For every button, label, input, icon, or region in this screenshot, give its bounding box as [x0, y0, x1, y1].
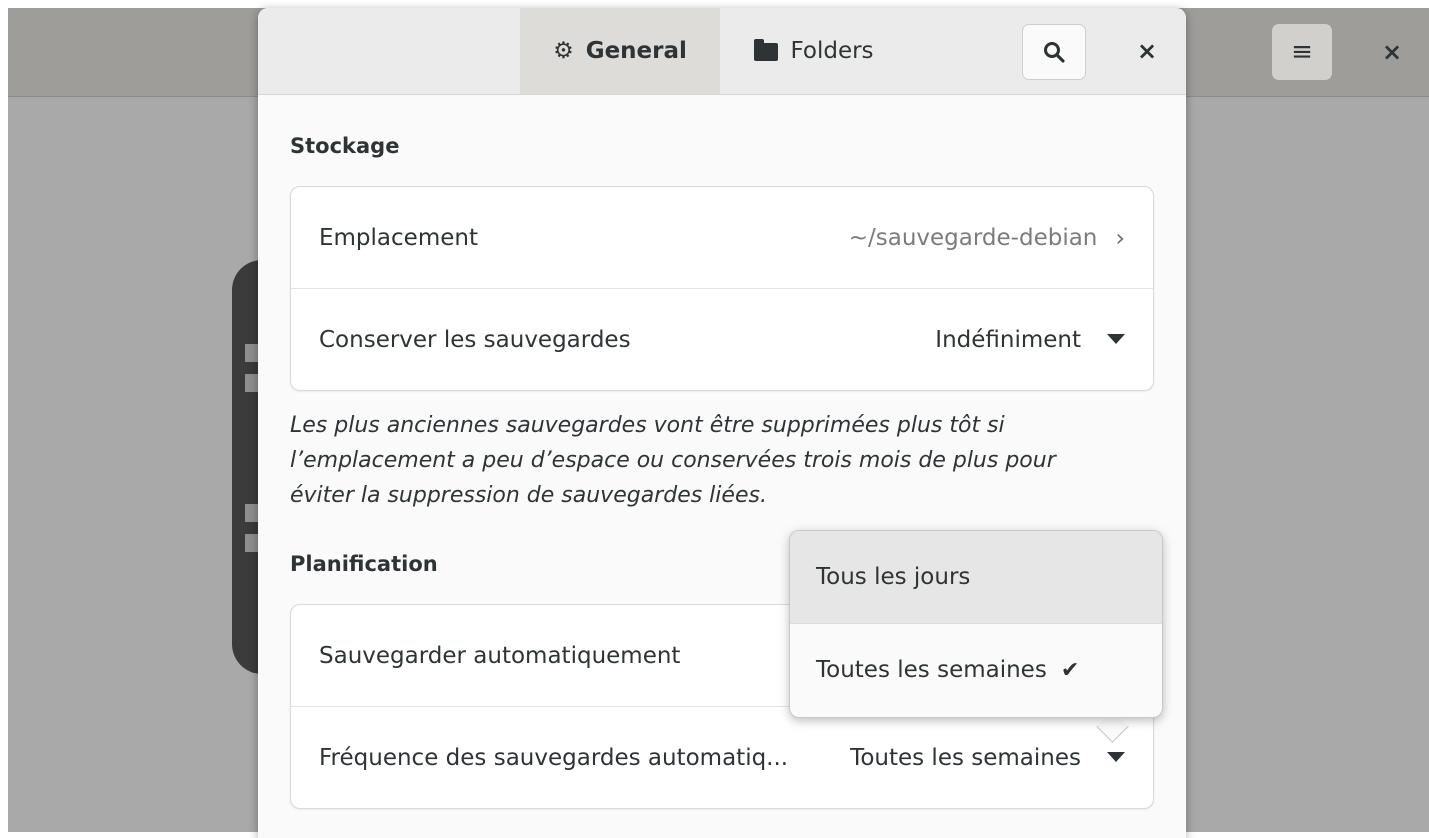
close-icon: ×: [1381, 38, 1403, 66]
option-label: Tous les jours: [816, 564, 971, 590]
popover-option-daily[interactable]: Tous les jours: [790, 531, 1162, 623]
frequency-value: Toutes les semaines: [850, 744, 1081, 771]
tab-folders[interactable]: Folders: [724, 8, 904, 94]
main-menu-button[interactable]: ≡: [1272, 24, 1332, 80]
storage-note: Les plus anciennes sauvegardes vont être…: [290, 413, 1056, 508]
search-button[interactable]: [1022, 24, 1086, 80]
location-label: Emplacement: [319, 224, 478, 251]
dropdown-arrow-icon: [1107, 751, 1125, 762]
keep-backups-value: Indéfiniment: [935, 326, 1081, 353]
hamburger-menu-icon: ≡: [1291, 37, 1313, 67]
dropdown-arrow-icon: [1107, 333, 1125, 344]
frequency-popover: Tous les jours Toutes les semaines ✔: [789, 530, 1163, 718]
popover-option-weekly[interactable]: Toutes les semaines ✔: [790, 623, 1162, 716]
chevron-right-icon: ›: [1115, 223, 1125, 252]
keep-backups-label: Conserver les sauvegardes: [319, 326, 631, 353]
schedule-section-title: Planification: [290, 552, 438, 576]
background-close-button[interactable]: ×: [1366, 26, 1418, 78]
frequency-row[interactable]: Fréquence des sauvegardes automatiq... T…: [291, 706, 1153, 808]
location-value: ~/sauvegarde-debian: [848, 224, 1098, 251]
checkmark-icon: ✔: [1060, 657, 1080, 683]
search-icon: [1044, 42, 1065, 63]
keep-backups-row[interactable]: Conserver les sauvegardes Indéfiniment: [291, 288, 1153, 390]
frequency-label: Fréquence des sauvegardes automatiq...: [319, 744, 789, 771]
location-row[interactable]: Emplacement ~/sauvegarde-debian ›: [291, 187, 1153, 288]
storage-section-title: Stockage: [290, 134, 400, 158]
gear-icon: ⚙: [553, 38, 574, 64]
dialog-header: ⚙ General Folders ×: [258, 8, 1186, 95]
tab-general[interactable]: ⚙ General: [520, 8, 720, 94]
tab-general-label: General: [585, 38, 687, 64]
dialog-close-button[interactable]: ×: [1120, 24, 1174, 78]
option-label: Toutes les semaines: [816, 657, 1047, 683]
close-icon: ×: [1136, 37, 1158, 65]
folder-icon: [754, 39, 779, 61]
storage-group: Emplacement ~/sauvegarde-debian › Conser…: [290, 186, 1154, 391]
tab-folders-label: Folders: [790, 38, 874, 64]
